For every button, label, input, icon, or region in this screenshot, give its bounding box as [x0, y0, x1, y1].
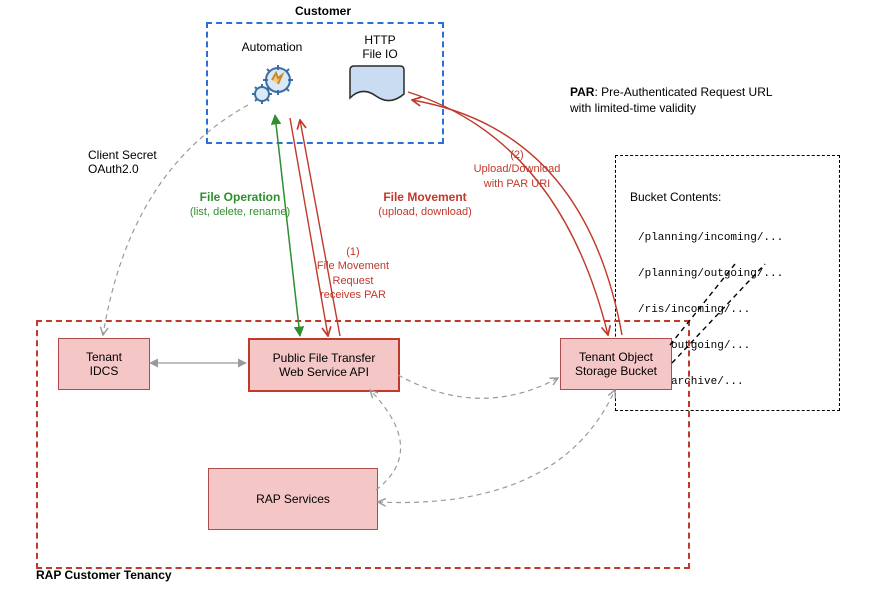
step2-label: (2) Upload/Download with PAR URI: [462, 148, 572, 191]
automation-icon: [248, 58, 298, 108]
file-operation-sub: (list, delete, rename): [190, 206, 290, 218]
par-note-rest: : Pre-Authenticated Request URL with lim…: [570, 85, 773, 115]
client-secret-label: Client Secret OAuth2.0: [88, 148, 157, 176]
file-movement-label: File Movement (upload, download): [360, 190, 490, 218]
customer-title: Customer: [206, 4, 440, 18]
rap-tenancy-title: RAP Customer Tenancy: [36, 568, 172, 582]
bucket-contents-line: /ris/incoming/...: [630, 304, 825, 316]
file-movement-title: File Movement: [383, 190, 466, 204]
step1-label: (1) File Movement Request receives PAR: [298, 245, 408, 302]
bucket-contents-line: /planning/incoming/...: [630, 232, 825, 244]
public-api-box: Public File Transfer Web Service API: [248, 338, 400, 392]
http-file-io-label: HTTP File IO: [340, 33, 420, 61]
par-note: PAR: Pre-Authenticated Request URL with …: [570, 84, 860, 116]
par-note-bold: PAR: [570, 85, 594, 99]
storage-bucket-box: Tenant Object Storage Bucket: [560, 338, 672, 390]
bucket-contents-title: Bucket Contents:: [630, 190, 825, 204]
rap-services-box: RAP Services: [208, 468, 378, 530]
bucket-contents-line: /planning/outgoing/...: [630, 268, 825, 280]
file-movement-sub: (upload, download): [378, 206, 472, 218]
automation-label: Automation: [232, 40, 312, 54]
file-operation-title: File Operation: [200, 190, 281, 204]
http-file-io-icon: [348, 64, 406, 108]
tenant-idcs-box: Tenant IDCS: [58, 338, 150, 390]
file-operation-label: File Operation (list, delete, rename): [180, 190, 300, 218]
